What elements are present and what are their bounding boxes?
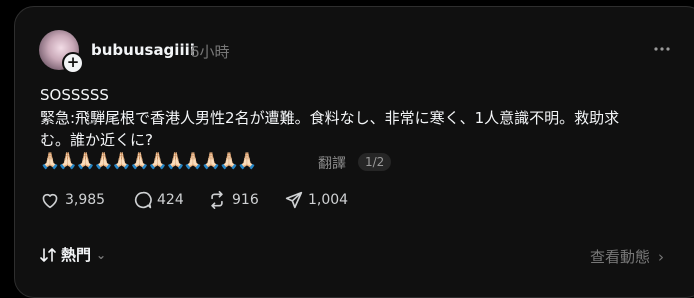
username[interactable]: bubuusagiiii xyxy=(91,41,195,59)
avatar-container[interactable]: + xyxy=(39,30,84,74)
share-count: 1,004 xyxy=(308,192,349,208)
post-text-line-3: む。誰か近くに? xyxy=(40,131,153,149)
translate-link[interactable]: 翻譯 xyxy=(318,153,346,173)
comment-icon xyxy=(134,191,152,209)
plus-icon[interactable]: + xyxy=(62,52,84,74)
view-activity-label: 查看動態 xyxy=(590,248,651,266)
send-icon xyxy=(285,191,303,209)
timestamp: 6小時 xyxy=(190,43,230,61)
heart-icon xyxy=(42,193,58,209)
share-button[interactable]: 1,004 xyxy=(285,191,348,209)
repost-icon xyxy=(211,191,223,209)
chevron-down-icon: ⌄ xyxy=(96,247,107,262)
chevron-right-icon: › xyxy=(658,248,665,266)
reply-count: 424 xyxy=(157,192,184,208)
more-icon[interactable] xyxy=(652,43,672,55)
praying-hands-emoji-row: 🙏🏻🙏🏻🙏🏻🙏🏻🙏🏻🙏🏻🙏🏻🙏🏻🙏🏻🙏🏻🙏🏻🙏🏻 xyxy=(40,151,257,170)
translation-pager[interactable]: 1/2 xyxy=(358,153,392,171)
view-activity-link[interactable]: 查看動態 › xyxy=(590,246,664,267)
sort-icon xyxy=(40,247,56,262)
like-count: 3,985 xyxy=(65,192,106,208)
sort-dropdown[interactable]: 熱門 ⌄ xyxy=(40,244,106,265)
sort-label: 熱門 xyxy=(61,246,92,264)
repost-button[interactable]: 916 xyxy=(207,191,259,209)
repost-count: 916 xyxy=(232,192,259,208)
post-text-line-1: SOSSSSS xyxy=(40,86,109,104)
post-text-line-2: 緊急:飛騨尾根で香港人男性2名が遭難。食料なし、非常に寒く、1人意識不明。救助求 xyxy=(40,109,620,127)
reply-button[interactable]: 424 xyxy=(134,191,184,209)
like-button[interactable]: 3,985 xyxy=(40,191,105,209)
